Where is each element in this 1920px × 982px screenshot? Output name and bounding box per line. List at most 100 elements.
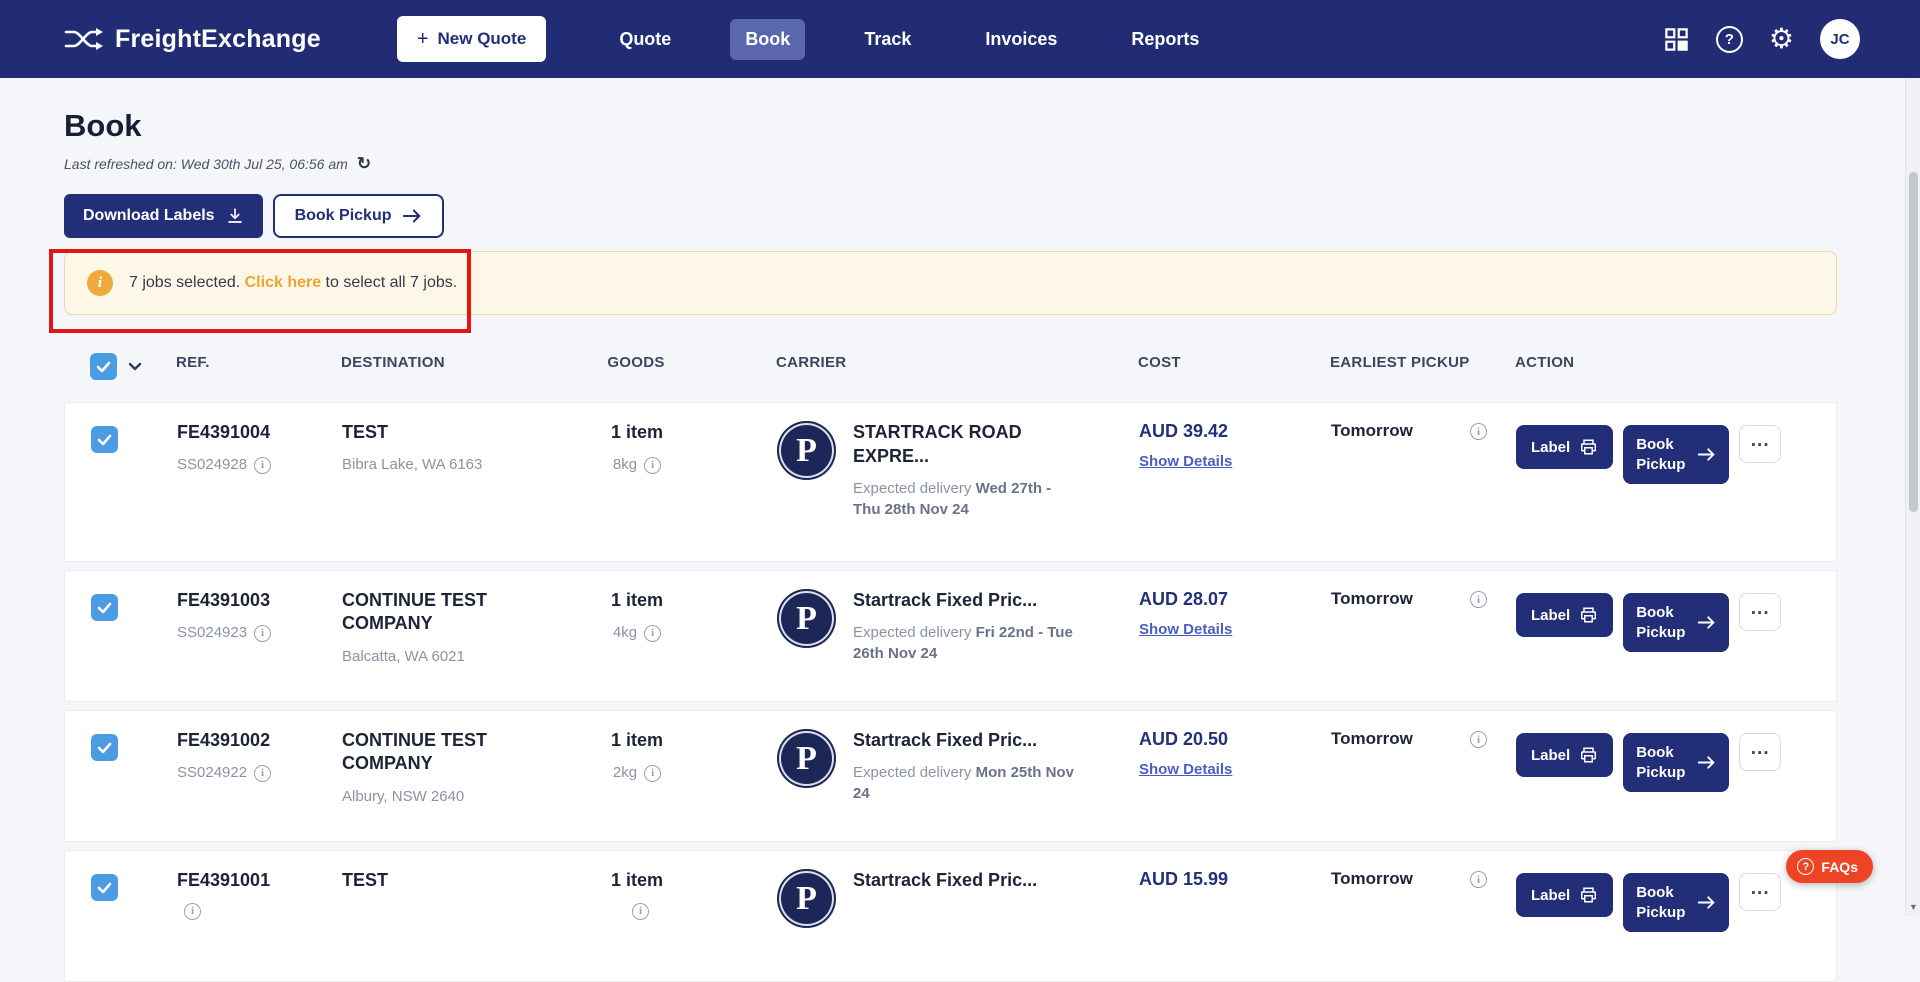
book-pickup-text: Book Pickup: [1636, 884, 1686, 921]
ref-cell: FE4391003 SS024923 i: [177, 589, 342, 644]
destination-cell: TEST Bibra Lake, WA 6163: [342, 421, 567, 476]
row-book-pickup-button[interactable]: Book Pickup: [1623, 733, 1730, 792]
book-pickup-button[interactable]: Book Pickup: [272, 194, 445, 238]
job-ref: FE4391002: [177, 730, 271, 750]
nav-item-reports[interactable]: Reports: [1116, 19, 1214, 60]
scrollbar-thumb[interactable]: [1909, 172, 1918, 512]
pickup-date: Tomorrow: [1331, 421, 1413, 440]
info-icon[interactable]: i: [644, 457, 662, 475]
row-book-pickup-button[interactable]: Book Pickup: [1623, 425, 1730, 484]
info-icon[interactable]: i: [254, 457, 272, 475]
info-icon[interactable]: i: [1470, 591, 1487, 608]
new-quote-button[interactable]: + New Quote: [396, 16, 547, 62]
select-all-checkbox[interactable]: [90, 353, 117, 380]
action-cell: Label Book Pickup ...: [1499, 421, 1836, 484]
label-button[interactable]: Label: [1516, 425, 1614, 469]
printer-icon: [1581, 439, 1597, 455]
carrier-name: STARTRACK ROAD EXPRE...: [853, 422, 1022, 466]
destination-address: Albury, NSW 2640: [342, 787, 465, 805]
apps-grid-icon[interactable]: [1663, 26, 1690, 53]
nav-item-track[interactable]: Track: [849, 19, 926, 60]
more-options-button[interactable]: ...: [1739, 593, 1782, 631]
row-checkbox[interactable]: [91, 734, 118, 761]
carrier-cell: P Startrack Fixed Pric... Expected deliv…: [707, 589, 1139, 664]
row-checkbox[interactable]: [91, 426, 118, 453]
user-avatar[interactable]: JC: [1820, 19, 1860, 59]
help-icon[interactable]: ?: [1715, 25, 1743, 53]
selection-dropdown-button[interactable]: [126, 360, 144, 373]
book-pickup-text: Book Pickup: [1636, 744, 1686, 781]
nav-item-invoices[interactable]: Invoices: [970, 19, 1072, 60]
carrier-info: Startrack Fixed Pric... Expected deliver…: [853, 729, 1081, 804]
info-icon[interactable]: i: [1470, 731, 1487, 748]
info-icon[interactable]: i: [644, 765, 662, 783]
select-all-link[interactable]: Click here: [245, 274, 321, 291]
scrollbar-track[interactable]: ▼: [1905, 0, 1920, 916]
label-button[interactable]: Label: [1516, 593, 1614, 637]
destination-cell: CONTINUE TEST COMPANY Balcatta, WA 6021: [342, 589, 567, 667]
more-options-button[interactable]: ...: [1739, 873, 1782, 911]
more-options-button[interactable]: ...: [1739, 425, 1782, 463]
job-row: FE4391001 i TEST 1 item i P Startrack Fi…: [64, 850, 1837, 982]
destination-name: TEST: [342, 422, 389, 442]
selection-alert-banner: i 7 jobs selected. Click here to select …: [64, 251, 1837, 315]
page-title: Book: [64, 108, 142, 143]
settings-gear-icon[interactable]: ⚙: [1769, 25, 1794, 53]
top-navbar: FreightExchange + New Quote Quote Book T…: [0, 0, 1920, 78]
label-button[interactable]: Label: [1516, 873, 1614, 917]
cost-cell: AUD 20.50 Show Details: [1139, 729, 1331, 779]
row-checkbox[interactable]: [91, 594, 118, 621]
info-icon[interactable]: i: [254, 765, 272, 783]
col-header-destination: DESTINATION: [341, 354, 445, 371]
show-details-link[interactable]: Show Details: [1139, 621, 1232, 638]
job-row: FE4391003 SS024923 i CONTINUE TEST COMPA…: [64, 570, 1837, 702]
brand[interactable]: FreightExchange: [64, 25, 321, 54]
brand-name: FreightExchange: [115, 24, 321, 53]
carrier-name: Startrack Fixed Pric...: [853, 870, 1038, 890]
info-icon[interactable]: i: [1470, 871, 1487, 888]
info-icon[interactable]: i: [644, 625, 662, 643]
job-row: FE4391002 SS024922 i CONTINUE TEST COMPA…: [64, 710, 1837, 842]
table-header: REF. DESTINATION GOODS CARRIER COST EARL…: [64, 333, 1837, 402]
pickup-date: Tomorrow: [1331, 869, 1413, 888]
nav-item-book[interactable]: Book: [730, 18, 806, 60]
check-icon: [97, 602, 112, 613]
nav-item-quote[interactable]: Quote: [604, 19, 686, 60]
faqs-button[interactable]: ? FAQs: [1786, 850, 1873, 883]
delivery-prefix: Expected delivery: [853, 479, 976, 497]
delivery-prefix: Expected delivery: [853, 763, 976, 781]
label-button-text: Label: [1531, 746, 1571, 764]
goods-weight: 4kg: [612, 624, 638, 642]
job-cost: AUD 28.07: [1139, 589, 1229, 609]
info-icon[interactable]: i: [1470, 423, 1487, 440]
job-subref: SS024923: [177, 624, 248, 642]
label-button[interactable]: Label: [1516, 733, 1614, 777]
carrier-cell: P Startrack Fixed Pric... Expected deliv…: [707, 729, 1139, 804]
goods-items: 1 item: [610, 870, 664, 890]
startrack-logo-icon: P: [777, 869, 836, 928]
more-options-button[interactable]: ...: [1739, 733, 1782, 771]
row-book-pickup-button[interactable]: Book Pickup: [1623, 873, 1730, 932]
cost-cell: AUD 15.99: [1139, 869, 1331, 890]
scroll-down-arrow-icon[interactable]: ▼: [1906, 902, 1920, 912]
col-header-carrier: CARRIER: [776, 354, 847, 371]
refresh-icon[interactable]: ↻: [357, 154, 371, 174]
row-book-pickup-button[interactable]: Book Pickup: [1623, 593, 1730, 652]
new-quote-label: New Quote: [437, 29, 527, 48]
destination-cell: TEST: [342, 869, 567, 903]
arrow-right-icon: [1697, 616, 1715, 629]
show-details-link[interactable]: Show Details: [1139, 453, 1232, 470]
download-labels-button[interactable]: Download Labels: [64, 194, 263, 238]
label-button-text: Label: [1531, 606, 1571, 624]
goods-cell: 1 item 8kg i: [567, 421, 707, 476]
show-details-link[interactable]: Show Details: [1139, 761, 1232, 778]
info-icon[interactable]: i: [254, 625, 272, 643]
row-checkbox[interactable]: [91, 874, 118, 901]
last-refreshed-line: Last refreshed on: Wed 30th Jul 25, 06:5…: [64, 154, 1837, 174]
info-icon[interactable]: i: [184, 903, 201, 921]
arrow-right-icon: [1697, 756, 1715, 769]
jobs-table-body: FE4391004 SS024928 i TEST Bibra Lake, WA…: [64, 402, 1837, 982]
info-icon[interactable]: i: [632, 903, 649, 921]
goods-items: 1 item: [610, 590, 664, 610]
carrier-name: Startrack Fixed Pric...: [853, 730, 1038, 750]
